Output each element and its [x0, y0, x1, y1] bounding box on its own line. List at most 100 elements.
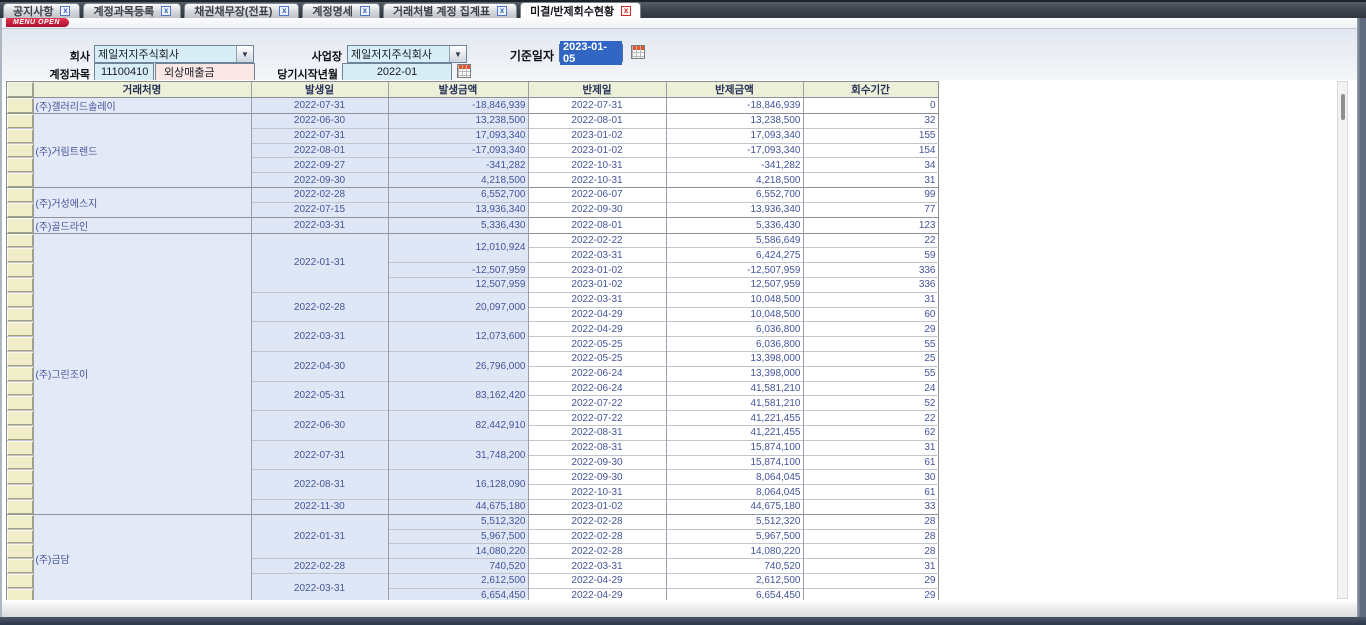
tab-close-icon[interactable]: x: [279, 6, 289, 16]
cell-issue-amount[interactable]: 82,442,910: [388, 411, 528, 441]
cell-issue-amount[interactable]: -341,282: [388, 158, 528, 173]
cell-settle-date[interactable]: 2022-02-22: [528, 233, 666, 248]
cell-collect-period[interactable]: 59: [803, 248, 938, 263]
cell-settle-date[interactable]: 2022-07-31: [528, 98, 666, 114]
tab-close-icon[interactable]: x: [621, 6, 631, 16]
cell-collect-period[interactable]: 0: [803, 98, 938, 114]
cell-customer[interactable]: (주)그린조이: [33, 233, 251, 514]
cell-settle-date[interactable]: 2023-01-02: [528, 263, 666, 278]
cell-settle-amount[interactable]: 13,398,000: [666, 366, 803, 381]
cell-collect-period[interactable]: 31: [803, 173, 938, 188]
cell-settle-amount[interactable]: 740,520: [666, 559, 803, 574]
cell-settle-amount[interactable]: 6,424,275: [666, 248, 803, 263]
cell-issue-amount[interactable]: 44,675,180: [388, 499, 528, 514]
cell-issue-date[interactable]: 2022-06-30: [251, 114, 388, 129]
cell-settle-amount[interactable]: 6,036,800: [666, 322, 803, 337]
cell-settle-amount[interactable]: 13,936,340: [666, 202, 803, 217]
tab-notice[interactable]: 공지사항x: [3, 3, 80, 18]
cell-settle-amount[interactable]: 8,064,045: [666, 470, 803, 485]
cell-issue-amount[interactable]: -17,093,340: [388, 143, 528, 158]
cell-settle-date[interactable]: 2022-08-31: [528, 425, 666, 440]
cell-settle-date[interactable]: 2022-09-30: [528, 202, 666, 217]
cell-settle-date[interactable]: 2022-09-30: [528, 470, 666, 485]
cell-collect-period[interactable]: 28: [803, 529, 938, 544]
row-header-cell[interactable]: [7, 455, 33, 470]
row-header-cell[interactable]: [7, 381, 33, 396]
cell-settle-date[interactable]: 2022-06-24: [528, 381, 666, 396]
tab-account-register[interactable]: 계정과목등록x: [83, 3, 181, 18]
scrollbar-thumb[interactable]: [1341, 94, 1345, 120]
cell-collect-period[interactable]: 33: [803, 499, 938, 514]
cell-issue-date[interactable]: 2022-03-31: [251, 573, 388, 600]
cell-collect-period[interactable]: 154: [803, 143, 938, 158]
cell-settle-amount[interactable]: 12,507,959: [666, 277, 803, 292]
cell-collect-period[interactable]: 336: [803, 263, 938, 278]
row-header-cell[interactable]: [7, 425, 33, 440]
cell-settle-amount[interactable]: 6,036,800: [666, 337, 803, 352]
cell-settle-date[interactable]: 2022-07-22: [528, 411, 666, 426]
cell-collect-period[interactable]: 60: [803, 307, 938, 322]
cell-settle-amount[interactable]: 6,552,700: [666, 187, 803, 202]
company-select[interactable]: 제일저지주식회사 ▼: [94, 45, 254, 63]
cell-collect-period[interactable]: 123: [803, 217, 938, 233]
cell-issue-date[interactable]: 2022-07-31: [251, 98, 388, 114]
period-start-field[interactable]: 2022-01: [342, 63, 452, 81]
cell-issue-amount[interactable]: 31,748,200: [388, 440, 528, 470]
cell-issue-date[interactable]: 2022-08-01: [251, 143, 388, 158]
cell-issue-amount[interactable]: 14,080,220: [388, 544, 528, 559]
cell-settle-amount[interactable]: 17,093,340: [666, 128, 803, 143]
cell-collect-period[interactable]: 52: [803, 396, 938, 411]
cell-issue-amount[interactable]: 2,612,500: [388, 573, 528, 588]
vertical-scrollbar[interactable]: [1337, 81, 1348, 599]
row-header-cell[interactable]: [7, 202, 33, 217]
row-header-cell[interactable]: [7, 544, 33, 559]
base-date-field[interactable]: 2023-01-05: [559, 44, 623, 62]
cell-settle-amount[interactable]: 5,512,320: [666, 514, 803, 529]
cell-collect-period[interactable]: 31: [803, 559, 938, 574]
cell-collect-period[interactable]: 77: [803, 202, 938, 217]
cell-issue-date[interactable]: 2022-03-31: [251, 217, 388, 233]
row-header-cell[interactable]: [7, 485, 33, 500]
cell-settle-date[interactable]: 2022-05-25: [528, 337, 666, 352]
cell-settle-date[interactable]: 2023-01-02: [528, 128, 666, 143]
cell-settle-amount[interactable]: 5,586,649: [666, 233, 803, 248]
cell-settle-date[interactable]: 2022-08-31: [528, 440, 666, 455]
cell-collect-period[interactable]: 22: [803, 233, 938, 248]
cell-issue-date[interactable]: 2022-04-30: [251, 351, 388, 381]
cell-collect-period[interactable]: 29: [803, 588, 938, 600]
row-header-cell[interactable]: [7, 440, 33, 455]
cell-settle-date[interactable]: 2022-07-22: [528, 396, 666, 411]
cell-collect-period[interactable]: 31: [803, 440, 938, 455]
cell-issue-amount[interactable]: 6,654,450: [388, 588, 528, 600]
row-header-cell[interactable]: [7, 337, 33, 352]
row-header-cell[interactable]: [7, 263, 33, 278]
cell-collect-period[interactable]: 28: [803, 514, 938, 529]
cell-settle-amount[interactable]: 41,221,455: [666, 411, 803, 426]
cell-settle-amount[interactable]: 10,048,500: [666, 307, 803, 322]
cell-settle-amount[interactable]: 44,675,180: [666, 499, 803, 514]
cell-issue-date[interactable]: 2022-07-31: [251, 128, 388, 143]
cell-settle-amount[interactable]: 6,654,450: [666, 588, 803, 600]
cell-issue-amount[interactable]: 5,336,430: [388, 217, 528, 233]
row-header-cell[interactable]: [7, 588, 33, 600]
cell-settle-amount[interactable]: -18,846,939: [666, 98, 803, 114]
cell-issue-date[interactable]: 2022-02-28: [251, 292, 388, 322]
cell-settle-date[interactable]: 2022-10-31: [528, 485, 666, 500]
cell-issue-amount[interactable]: 12,073,600: [388, 322, 528, 352]
row-header-cell[interactable]: [7, 277, 33, 292]
cell-settle-amount[interactable]: 4,218,500: [666, 173, 803, 188]
cell-collect-period[interactable]: 22: [803, 411, 938, 426]
tab-receivable-ledger[interactable]: 채권채무장(전표)x: [184, 3, 299, 18]
cell-settle-date[interactable]: 2022-04-29: [528, 573, 666, 588]
cell-issue-date[interactable]: 2022-09-27: [251, 158, 388, 173]
cell-settle-date[interactable]: 2022-05-25: [528, 351, 666, 366]
row-header-cell[interactable]: [7, 366, 33, 381]
cell-settle-date[interactable]: 2022-03-31: [528, 559, 666, 574]
cell-collect-period[interactable]: 34: [803, 158, 938, 173]
tab-close-icon[interactable]: x: [161, 6, 171, 16]
branch-select[interactable]: 제일저지주식회사 ▼: [347, 45, 467, 63]
tab-open-settlement-status[interactable]: 미결/반제회수현황x: [520, 2, 641, 18]
tab-account-detail[interactable]: 계정명세x: [302, 3, 379, 18]
cell-settle-amount[interactable]: -17,093,340: [666, 143, 803, 158]
cell-issue-date[interactable]: 2022-02-28: [251, 187, 388, 202]
